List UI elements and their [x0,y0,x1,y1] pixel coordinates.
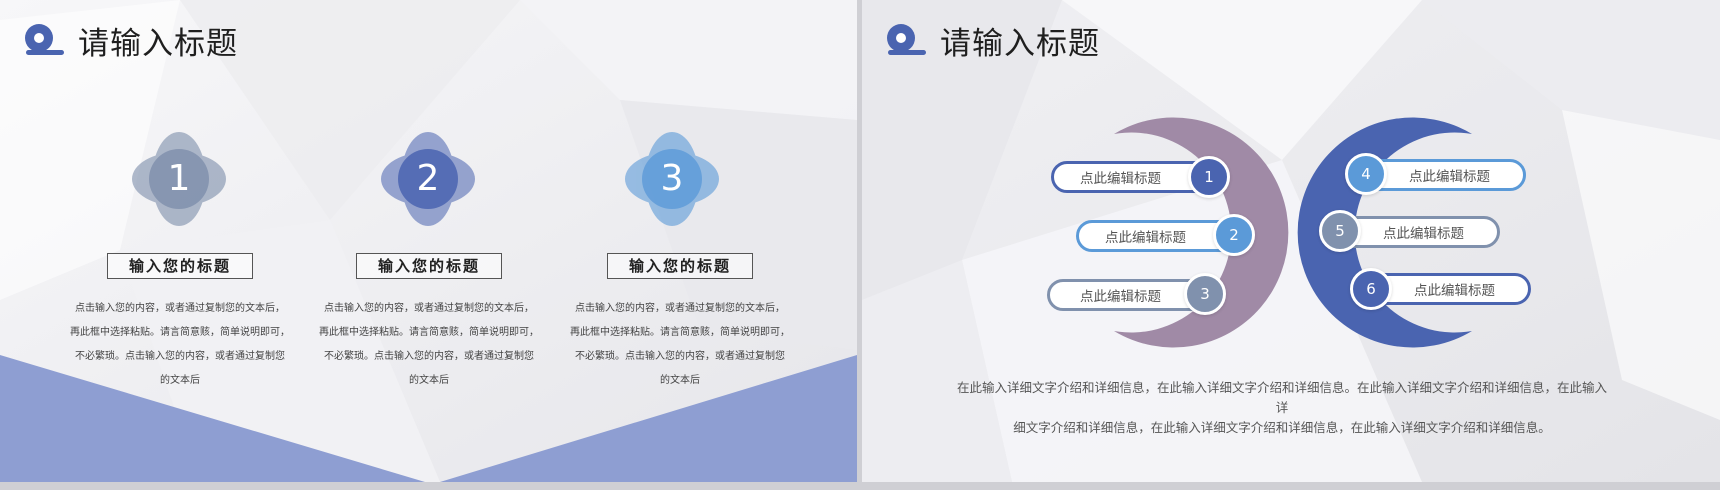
item-number-badge-2: 2 [1213,214,1255,256]
desc-line: 的文本后 [160,375,200,386]
card-heading-2[interactable]: 输入您的标题 [356,253,502,279]
slide-right: 请输入标题 点此编辑标题 1 点此编辑标题 2 点此编辑标题 3 点此编辑标题 … [862,0,1720,482]
item-label: 点此编辑标题 [1409,169,1490,185]
item-number-badge-6: 6 [1350,268,1392,310]
item-number-badge-1: 1 [1188,156,1230,198]
item-label: 点此编辑标题 [1414,283,1495,299]
card-description-1[interactable]: 点击输入您的内容，或者通过复制您的文本后， 再此框中选择粘贴。请言简意赅，简单说… [70,297,290,393]
desc-line: 不必繁琐。点击输入您的内容，或者通过复制您 [324,351,534,362]
desc-line: 再此框中选择粘贴。请言简意赅，简单说明即可， [570,327,790,338]
card-heading-3[interactable]: 输入您的标题 [607,253,753,279]
item-number-badge-3: 3 [1184,273,1226,315]
slide-header: 请输入标题 [22,18,238,62]
title-logo-icon [887,24,926,55]
card-number: 3 [660,158,684,199]
page-title: 请输入标题 [940,25,1100,62]
item-label: 点此编辑标题 [1080,171,1161,187]
slide-left-background [0,0,857,482]
desc-line: 点击输入您的内容，或者通过复制您的文本后， [324,303,534,314]
desc-line: 不必繁琐。点击输入您的内容，或者通过复制您 [75,351,285,362]
title-logo-icon [25,24,64,55]
desc-line: 点击输入您的内容，或者通过复制您的文本后， [75,303,285,314]
item-number-badge-4: 4 [1345,153,1387,195]
presentation-preview: 请输入标题 1 输入您的标题 点击输入您的内容，或者通过复制您的文本后， 再此框… [0,0,1720,490]
item-label: 点此编辑标题 [1105,230,1186,246]
card-description-3[interactable]: 点击输入您的内容，或者通过复制您的文本后， 再此框中选择粘贴。请言简意赅，简单说… [570,297,790,393]
desc-line: 再此框中选择粘贴。请言简意赅，简单说明即可， [70,327,290,338]
detail-description[interactable]: 在此输入详细文字介绍和详细信息，在此输入详细文字介绍和详细信息。在此输入详细文字… [952,378,1612,438]
slide-header: 请输入标题 [884,18,1100,62]
page-title: 请输入标题 [78,25,238,62]
card-number: 2 [416,158,440,199]
card-description-2[interactable]: 点击输入您的内容，或者通过复制您的文本后， 再此框中选择粘贴。请言简意赅，简单说… [319,297,539,393]
desc-line: 再此框中选择粘贴。请言简意赅，简单说明即可， [319,327,539,338]
desc-line: 点击输入您的内容，或者通过复制您的文本后， [575,303,785,314]
item-label: 点此编辑标题 [1080,289,1161,305]
desc-line: 不必繁琐。点击输入您的内容，或者通过复制您 [575,351,785,362]
item-label: 点此编辑标题 [1383,226,1464,242]
item-number-badge-5: 5 [1319,210,1361,252]
desc-line: 在此输入详细文字介绍和详细信息，在此输入详细文字介绍和详细信息。在此输入详细文字… [956,380,1607,415]
card-number: 1 [167,158,191,199]
desc-line: 的文本后 [660,375,700,386]
card-heading-1[interactable]: 输入您的标题 [107,253,253,279]
desc-line: 的文本后 [409,375,449,386]
slide-left: 请输入标题 1 输入您的标题 点击输入您的内容，或者通过复制您的文本后， 再此框… [0,0,857,482]
desc-line: 细文字介绍和详细信息，在此输入详细文字介绍和详细信息，在此输入详细文字介绍和详细… [1013,420,1551,435]
